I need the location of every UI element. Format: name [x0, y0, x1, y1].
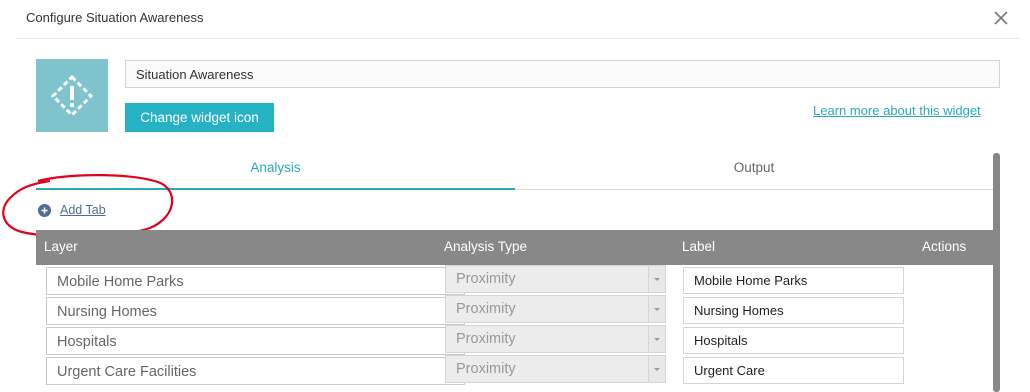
dialog-title: Configure Situation Awareness [26, 10, 204, 25]
add-tab-label: Add Tab [60, 203, 106, 217]
table-row: Hospitals Proximity [36, 325, 993, 355]
column-header-label: Label [682, 239, 716, 254]
chevron-down-icon [648, 356, 665, 382]
layer-select-value: Nursing Homes [57, 304, 157, 320]
tab-output[interactable]: Output [515, 160, 993, 190]
column-header-analysis-type: Analysis Type [444, 239, 528, 254]
label-input[interactable] [683, 267, 904, 294]
analysis-type-value: Proximity [456, 271, 516, 287]
widget-icon-tile [36, 59, 108, 132]
chevron-down-icon [648, 296, 665, 322]
title-divider [16, 38, 1020, 39]
analysis-type-select[interactable]: Proximity [445, 265, 666, 293]
analysis-type-select[interactable]: Proximity [445, 325, 666, 353]
chevron-down-icon [648, 326, 665, 352]
layer-select[interactable]: Urgent Care Facilities [46, 357, 465, 385]
widget-name-input[interactable] [125, 60, 1000, 88]
learn-more-link[interactable]: Learn more about this widget [813, 103, 981, 118]
table-row: Mobile Home Parks Proximity [36, 265, 993, 295]
layer-select[interactable]: Nursing Homes [46, 297, 465, 325]
analysis-type-select[interactable]: Proximity [445, 295, 666, 323]
layer-select-value: Hospitals [57, 334, 117, 350]
situation-awareness-icon [50, 74, 94, 118]
analysis-type-value: Proximity [456, 361, 516, 377]
layer-select-value: Urgent Care Facilities [57, 364, 197, 380]
layer-select[interactable]: Hospitals [46, 327, 465, 355]
plus-circle-icon [38, 203, 51, 217]
analysis-type-value: Proximity [456, 331, 516, 347]
add-tab-button[interactable]: Add Tab [38, 203, 106, 217]
chevron-down-icon [648, 266, 665, 292]
close-icon[interactable] [991, 8, 1011, 28]
change-widget-icon-button[interactable]: Change widget icon [125, 103, 274, 132]
label-input[interactable] [683, 297, 904, 324]
analysis-type-value: Proximity [456, 301, 516, 317]
layer-select[interactable]: Mobile Home Parks [46, 267, 465, 295]
analysis-type-select[interactable]: Proximity [445, 355, 666, 383]
table-header: Layer Analysis Type Label Actions [36, 230, 993, 265]
table-row: Nursing Homes Proximity [36, 295, 993, 325]
column-header-actions: Actions [922, 239, 967, 254]
table-row: Urgent Care Facilities Proximity [36, 355, 993, 385]
scrollbar-thumb[interactable] [993, 153, 1000, 392]
column-header-layer: Layer [44, 239, 78, 254]
layer-select-value: Mobile Home Parks [57, 274, 184, 290]
label-input[interactable] [683, 357, 904, 384]
dialog-titlebar: Configure Situation Awareness [0, 0, 1030, 38]
tab-analysis[interactable]: Analysis [36, 160, 515, 190]
label-input[interactable] [683, 327, 904, 354]
